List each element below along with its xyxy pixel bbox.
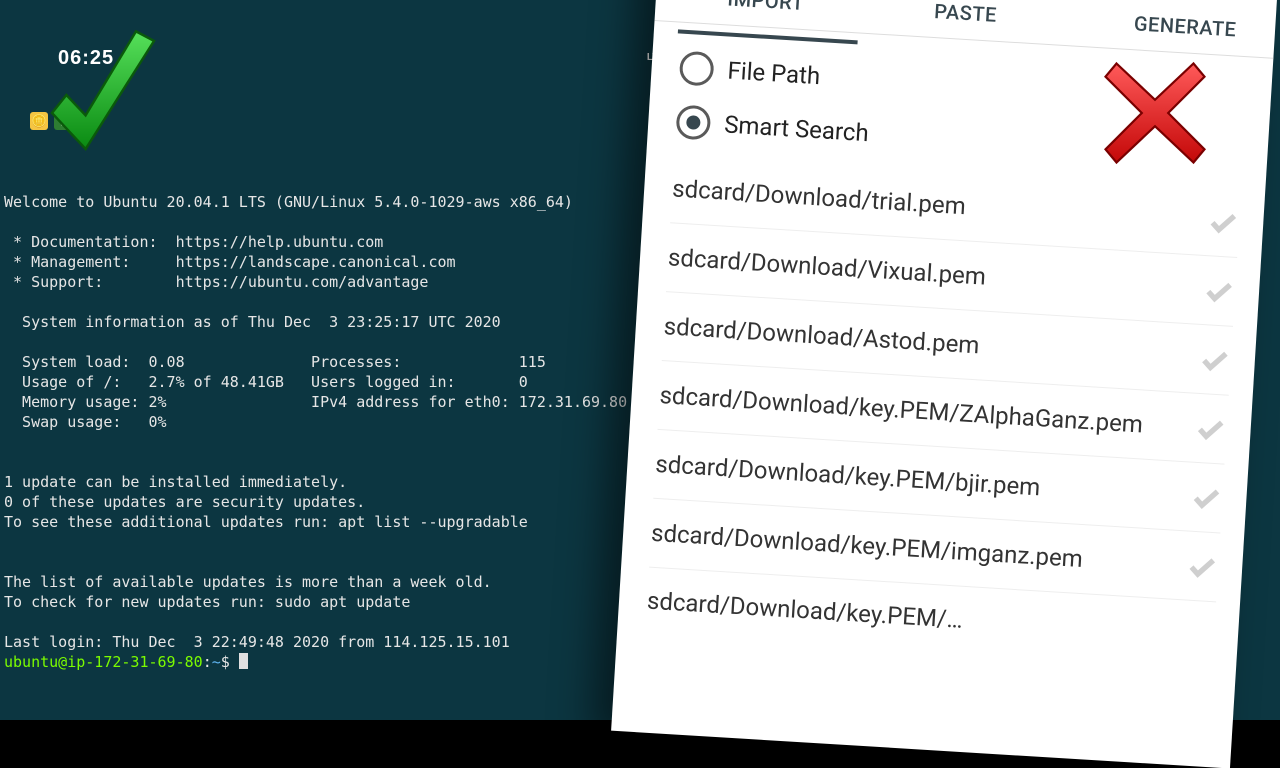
approve-mark-icon: [40, 26, 160, 176]
radio-icon: [679, 51, 715, 87]
check-icon: [1189, 481, 1223, 515]
cursor[interactable]: [239, 653, 248, 669]
reject-mark-icon: [1100, 58, 1210, 168]
radio-icon-selected: [675, 105, 711, 141]
check-icon: [1206, 205, 1240, 239]
check-icon: [1202, 274, 1236, 308]
file-list: sdcard/Download/trial.pem sdcard/Downloa…: [645, 148, 1242, 668]
radio-label: File Path: [727, 57, 821, 91]
check-icon: [1185, 549, 1219, 583]
check-icon: [1198, 343, 1232, 377]
radio-label: Smart Search: [723, 110, 869, 147]
check-icon: [1194, 412, 1228, 446]
prompt-path: ~: [212, 653, 221, 671]
prompt-user: ubuntu@ip-172-31-69-80: [4, 653, 203, 671]
